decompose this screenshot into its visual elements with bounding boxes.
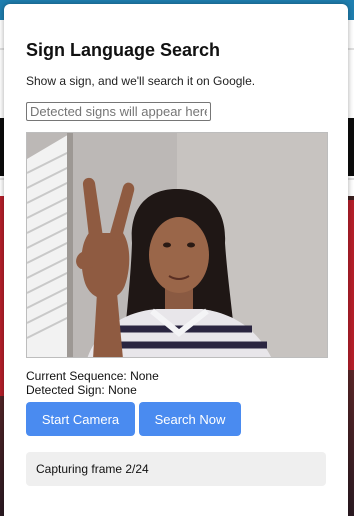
capture-progress-status: Capturing frame 2/24	[26, 452, 326, 486]
popup-subtitle: Show a sign, and we'll search it on Goog…	[26, 74, 256, 88]
detected-signs-input[interactable]	[26, 102, 211, 121]
search-now-button[interactable]: Search Now	[139, 402, 241, 436]
current-sequence-label: Current Sequence:	[26, 369, 127, 383]
status-panel: Current Sequence: None Detected Sign: No…	[26, 369, 159, 397]
popup-title: Sign Language Search	[26, 40, 221, 60]
detected-sign-line: Detected Sign: None	[26, 383, 159, 397]
background-red-edge-right	[348, 200, 354, 370]
camera-feed	[26, 132, 328, 358]
detected-sign-label: Detected Sign:	[26, 383, 105, 397]
current-sequence-value: None	[130, 369, 159, 383]
sign-search-popup: Sign Language Search Show a sign, and we…	[4, 4, 348, 516]
webcam-video-feed-icon	[27, 133, 327, 357]
window-blinds	[27, 133, 73, 357]
current-sequence-line: Current Sequence: None	[26, 369, 159, 383]
start-camera-button[interactable]: Start Camera	[26, 402, 135, 436]
detected-sign-value: None	[108, 383, 137, 397]
